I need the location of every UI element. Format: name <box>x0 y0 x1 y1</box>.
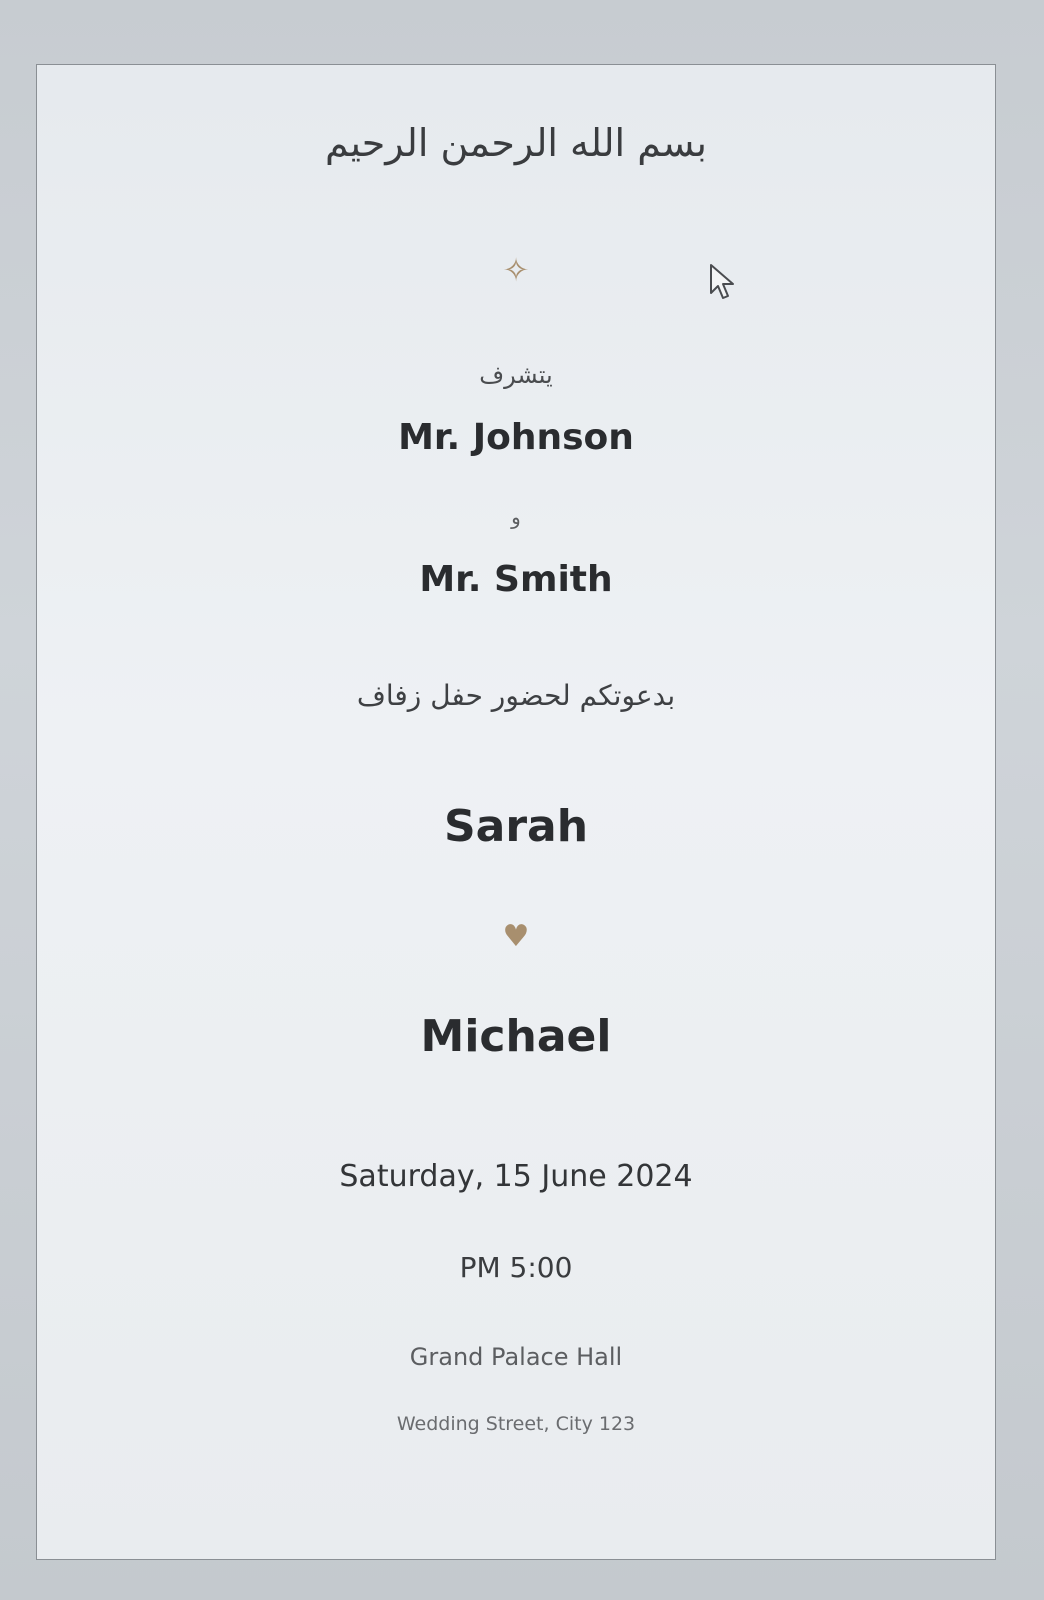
invitation-content: بسم الله الرحمن الرحيم ✧ يتشرف Mr. Johns… <box>37 65 995 1559</box>
invitation-card: بسم الله الرحمن الرحيم ✧ يتشرف Mr. Johns… <box>36 64 996 1560</box>
honor-text: يتشرف <box>479 361 553 389</box>
host-name-1: Mr. Johnson <box>398 417 634 458</box>
host-name-2: Mr. Smith <box>419 559 613 600</box>
heart-icon: ♥ <box>502 919 530 954</box>
conjunction-text: و <box>511 505 521 529</box>
event-date: Saturday, 15 June 2024 <box>339 1159 693 1194</box>
event-time: PM 5:00 <box>459 1251 573 1284</box>
bride-name: Sarah <box>443 801 589 852</box>
mouse-cursor-icon <box>710 264 734 299</box>
groom-name: Michael <box>420 1011 612 1062</box>
venue-name: Grand Palace Hall <box>409 1343 623 1371</box>
basmala-text: بسم الله الرحمن الرحيم <box>325 121 707 165</box>
sparkle-icon: ✧ <box>502 251 530 289</box>
venue-address: Wedding Street, City 123 <box>396 1413 636 1435</box>
invite-text: بدعوتكم لحضور حفل زفاف <box>356 679 676 712</box>
